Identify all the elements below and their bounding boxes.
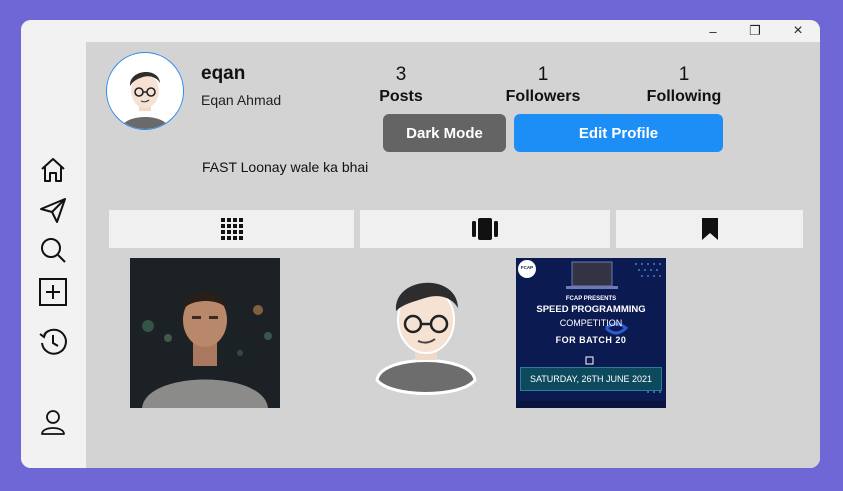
post-thumbnail-avatar[interactable] [351,258,501,408]
stat-followers[interactable]: 1 Followers [488,64,598,106]
bookmark-icon [701,218,718,240]
tab-saved[interactable] [616,210,803,248]
tab-reels[interactable] [360,210,610,248]
close-button[interactable]: × [776,20,820,42]
stat-value: 1 [537,64,549,85]
tab-grid[interactable] [109,210,354,248]
stat-label: Following [646,88,722,105]
user-icon[interactable] [37,406,69,438]
avatar[interactable] [106,52,184,130]
stat-label: Posts [379,88,423,105]
post-thumbnail-poster[interactable]: FCAP FCAP PRESENTS SPEED PROGRAMMING COM… [516,258,666,408]
sidebar [21,42,86,468]
stat-posts[interactable]: 3 Posts [346,64,456,106]
poster-presents: FCAP PRESENTS [565,296,617,302]
edit-profile-label: Edit Profile [578,124,659,142]
maximize-button[interactable]: ❐ [733,20,777,42]
home-icon[interactable] [37,154,69,186]
username: eqan [201,63,246,84]
carousel-icon [472,218,498,240]
post-thumbnail-portrait[interactable] [130,258,280,408]
poster-batch: FOR BATCH 20 [555,335,627,345]
search-icon[interactable] [37,234,69,266]
poster-date: SATURDAY, 26TH JUNE 2021 [520,367,662,391]
stat-value: 1 [678,64,690,85]
dark-mode-button[interactable]: Dark Mode [383,114,506,152]
stat-value: 3 [395,64,407,85]
minimize-button[interactable]: – [691,20,735,42]
stat-following[interactable]: 1 Following [629,64,739,106]
history-icon[interactable] [37,326,69,358]
plus-square-icon[interactable] [37,276,69,308]
bio: FAST Loonay wale ka bhai [202,159,369,175]
app-window: – ❐ × eqan Eqan Ahmad 3 Posts 1 Follower… [21,20,820,468]
poster-subtitle: COMPETITION [559,318,623,328]
title-bar: – ❐ × [21,20,820,42]
profile-content: eqan Eqan Ahmad 3 Posts 1 Followers 1 Fo… [86,42,820,468]
poster-badge: FCAP [520,265,534,270]
grid-icon [220,218,243,240]
full-name: Eqan Ahmad [201,92,282,108]
paper-plane-icon[interactable] [37,194,69,226]
edit-profile-button[interactable]: Edit Profile [514,114,723,152]
dark-mode-label: Dark Mode [406,124,483,142]
stat-label: Followers [505,88,581,105]
poster-title: SPEED PROGRAMMING [536,304,646,315]
